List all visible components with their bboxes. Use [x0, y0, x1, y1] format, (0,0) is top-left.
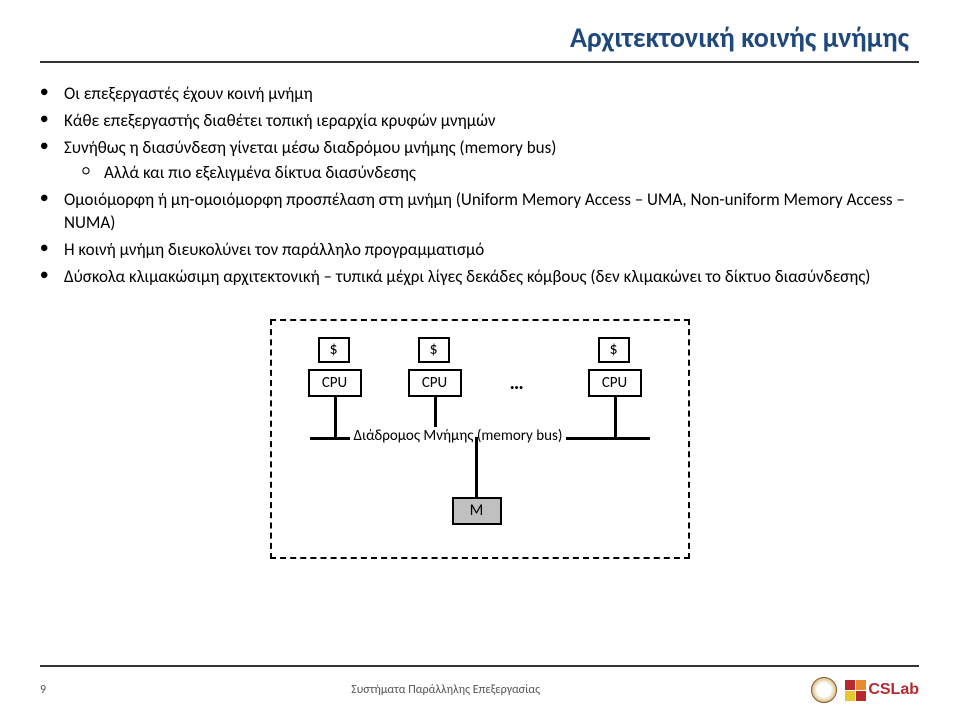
- bullet-text: Κάθε επεξεργαστής διαθέτει τοπική ιεραρχ…: [64, 110, 496, 131]
- sub-list: Αλλά και πιο εξελιγμένα δίκτυα διασύνδεσ…: [64, 162, 919, 185]
- bullet-text: Η κοινή μνήμη διευκολύνει τον παράλληλο …: [64, 239, 484, 260]
- bullet-item: Συνήθως η διασύνδεση γίνεται μέσω διαδρό…: [40, 137, 919, 185]
- bullet-item: Ομοιόμορφη ή μη-ομοιόμορφη προσπέλαση στ…: [40, 189, 919, 235]
- slide-title: Αρχιτεκτονική κοινής μνήμης: [40, 20, 919, 63]
- cache-box: $: [318, 337, 350, 363]
- cpu-box: CPU: [588, 369, 642, 397]
- cslab-squares-icon: [845, 680, 866, 701]
- bullet-list: Οι επεξεργαστές έχουν κοινή μνήμη Κάθε ε…: [40, 83, 919, 289]
- sub-text: Αλλά και πιο εξελιγμένα δίκτυα διασύνδεσ…: [104, 162, 416, 183]
- memory-bus-label: Διάδρομος Μνήμης (memory bus): [350, 427, 567, 445]
- architecture-diagram: $ $ $ CPU CPU CPU … Διάδρομος Μνήμης (me…: [270, 319, 690, 559]
- bullet-text: Συνήθως η διασύνδεση γίνεται μέσω διαδρό…: [64, 137, 556, 158]
- cpu-box: CPU: [308, 369, 362, 397]
- connector-line: [334, 397, 337, 437]
- cslab-logo: CSLab: [845, 680, 919, 701]
- connector-line: [475, 437, 478, 497]
- bullet-item: Οι επεξεργαστές έχουν κοινή μνήμη: [40, 83, 919, 106]
- bullet-text: Οι επεξεργαστές έχουν κοινή μνήμη: [64, 83, 313, 104]
- bullet-item: Δύσκολα κλιμακώσιμη αρχιτεκτονική – τυπι…: [40, 266, 919, 289]
- bullet-text: Δύσκολα κλιμακώσιμη αρχιτεκτονική – τυπι…: [64, 266, 870, 287]
- bullet-item: Η κοινή μνήμη διευκολύνει τον παράλληλο …: [40, 239, 919, 262]
- cache-box: $: [598, 337, 630, 363]
- connector-line: [614, 397, 617, 437]
- memory-box: M: [452, 497, 502, 525]
- sub-item: Αλλά και πιο εξελιγμένα δίκτυα διασύνδεσ…: [82, 162, 919, 185]
- cpu-box: CPU: [408, 369, 462, 397]
- logos: CSLab: [811, 677, 919, 703]
- ellipsis: …: [510, 371, 524, 395]
- bullet-text: Ομοιόμορφη ή μη-ομοιόμορφη προσπέλαση στ…: [64, 189, 905, 233]
- ntua-logo-icon: [811, 677, 837, 703]
- footer-caption: Συστήματα Παράλληλης Επεξεργασίας: [80, 683, 811, 697]
- page-number: 9: [40, 683, 80, 697]
- bullet-item: Κάθε επεξεργαστής διαθέτει τοπική ιεραρχ…: [40, 110, 919, 133]
- footer: 9 Συστήματα Παράλληλης Επεξεργασίας CSLa…: [0, 677, 959, 703]
- cache-box: $: [418, 337, 450, 363]
- slide: Αρχιτεκτονική κοινής μνήμης Οι επεξεργασ…: [0, 0, 959, 717]
- cslab-text: CSLab: [868, 681, 919, 699]
- footer-divider: [40, 665, 919, 667]
